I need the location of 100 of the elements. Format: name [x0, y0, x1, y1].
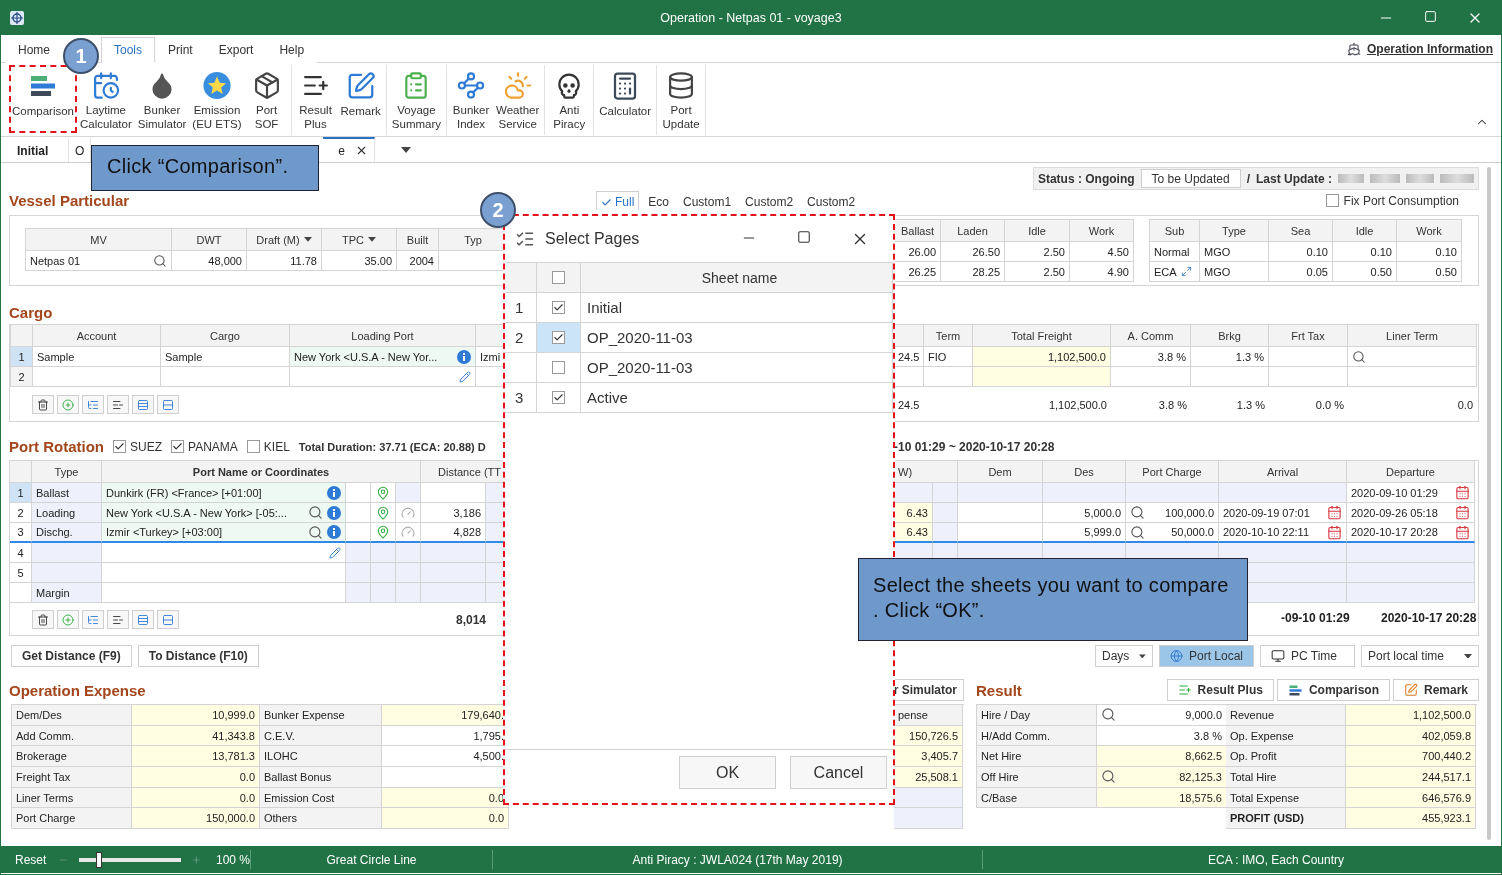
pencil-icon[interactable]: [329, 546, 341, 559]
calendar-icon[interactable]: [1455, 524, 1470, 540]
caret-icon[interactable]: [1464, 653, 1472, 659]
column-header: Distance (TT: [421, 461, 506, 483]
toolbar-button[interactable]: [32, 610, 54, 629]
ribbon-button[interactable]: Result Plus: [293, 65, 338, 133]
search-icon[interactable]: [1352, 349, 1366, 364]
ribbon-button[interactable]: Remark: [337, 65, 384, 133]
toolbar-button[interactable]: [32, 395, 54, 414]
ribbon-button[interactable]: Anti Piracy: [547, 65, 592, 133]
distance-button[interactable]: Get Distance (F9): [11, 645, 132, 667]
column-header: A. Comm: [1111, 325, 1191, 347]
checkbox[interactable]: [552, 331, 565, 344]
ribbon-button[interactable]: Port SOF: [244, 65, 289, 133]
scrollbar[interactable]: [1487, 167, 1491, 840]
ribbon-button[interactable]: Port Update: [659, 65, 704, 133]
sheet-name[interactable]: Initial: [581, 293, 893, 323]
cell-value: 82,125.3: [1179, 770, 1222, 783]
distance-button[interactable]: To Distance (F10): [137, 645, 259, 667]
result-button[interactable]: Comparison: [1276, 679, 1390, 701]
operation-information-link[interactable]: Operation Information: [1367, 42, 1493, 56]
checkbox[interactable]: [552, 361, 565, 374]
search-icon[interactable]: [1101, 707, 1116, 723]
close-icon[interactable]: [355, 144, 368, 157]
checkbox[interactable]: [113, 440, 126, 453]
checkbox[interactable]: [552, 271, 565, 284]
info-icon[interactable]: [457, 349, 471, 364]
time-zone-select[interactable]: Port local time: [1361, 645, 1479, 667]
reset-button[interactable]: Reset: [15, 852, 47, 867]
calendar-icon[interactable]: [1455, 505, 1470, 520]
result-button[interactable]: Result Plus: [1166, 679, 1274, 701]
checkbox[interactable]: [552, 301, 565, 314]
view-tab[interactable]: Full: [596, 191, 640, 210]
time-mode-button[interactable]: Port Local: [1159, 645, 1254, 667]
table-cell: 2004: [397, 251, 439, 271]
pencil-icon[interactable]: [459, 370, 471, 383]
simulator-button[interactable]: r Simulator: [893, 679, 964, 701]
info-icon[interactable]: [327, 505, 341, 520]
row-select-cell[interactable]: [537, 323, 581, 353]
sheet-tab[interactable]: e: [323, 137, 375, 162]
checkbox[interactable]: [246, 440, 260, 453]
table-cell: [346, 563, 371, 583]
info-icon[interactable]: [327, 525, 341, 539]
caret-icon[interactable]: [368, 237, 376, 242]
expand-icon[interactable]: [1180, 266, 1192, 277]
caret-icon[interactable]: [401, 146, 411, 153]
ribbon-button[interactable]: Weather Service: [493, 65, 543, 133]
ribbon-button[interactable]: Bunker Index: [449, 65, 494, 133]
slider-thumb[interactable]: [96, 851, 103, 868]
duration-text: Total Duration: 37.71 (ECA: 20.88) D: [298, 440, 486, 453]
update-button[interactable]: To be Updated: [1140, 169, 1241, 188]
row-select-cell[interactable]: [537, 383, 581, 413]
search-icon[interactable]: [308, 505, 323, 520]
zoom-reading: 100 %: [215, 852, 250, 867]
column-header: Account: [33, 325, 161, 347]
ribbon-button[interactable]: Emission (EU ETS): [189, 65, 245, 133]
dialog-button[interactable]: Cancel: [790, 756, 887, 789]
caret-icon[interactable]: [1139, 653, 1146, 659]
result-button[interactable]: Remark: [1392, 679, 1479, 701]
info-icon[interactable]: [327, 485, 341, 500]
maximize-icon[interactable]: [797, 230, 811, 244]
sheet-name[interactable]: OP_2020-11-03: [581, 323, 893, 353]
toolbar-button[interactable]: [107, 395, 129, 414]
column-header: Dem: [958, 461, 1043, 483]
map-pin-icon[interactable]: [376, 505, 390, 520]
toolbar-button[interactable]: [107, 610, 129, 629]
cell-value: 13,781.3: [212, 750, 255, 763]
menu-tab[interactable]: Tools: [101, 37, 156, 63]
row-select-cell[interactable]: [537, 353, 581, 383]
calendar-icon[interactable]: [1327, 524, 1342, 540]
ribbon-button[interactable]: Voyage Summary: [388, 65, 445, 133]
sheet-name[interactable]: Active: [581, 383, 893, 413]
column-header: Term: [924, 325, 973, 347]
search-icon[interactable]: [153, 253, 167, 268]
dialog-button[interactable]: OK: [679, 756, 776, 789]
calendar-icon[interactable]: [1327, 505, 1342, 520]
table-cell: 5: [10, 563, 32, 583]
search-icon[interactable]: [308, 524, 323, 540]
unit-select[interactable]: Days: [1095, 645, 1153, 667]
row-select-cell[interactable]: [537, 293, 581, 323]
table-cell: 24.5: [894, 347, 924, 367]
caret-icon[interactable]: [303, 237, 312, 242]
search-icon[interactable]: [1130, 505, 1145, 520]
search-icon[interactable]: [1101, 769, 1116, 785]
checkbox[interactable]: [1325, 194, 1339, 207]
map-pin-icon[interactable]: [376, 525, 390, 539]
checkbox[interactable]: [552, 391, 565, 404]
status-text: Anti Piracy : JWLA024 (17th May 2019): [632, 852, 843, 867]
tree-icon: [87, 613, 99, 626]
time-mode-button[interactable]: PC Time: [1260, 645, 1355, 667]
header-text: Draft (M): [256, 233, 300, 246]
table-cell: 1: [10, 483, 32, 503]
search-icon[interactable]: [1130, 524, 1145, 540]
sheet-name[interactable]: OP_2020-11-03: [581, 353, 893, 383]
checkbox-label: PANAMA: [188, 439, 238, 454]
calendar-icon[interactable]: [1455, 485, 1470, 500]
checkbox[interactable]: [171, 440, 184, 453]
ribbon-button[interactable]: Calculator: [596, 65, 655, 133]
ribbon-button[interactable]: Bunker Simulator: [134, 65, 190, 133]
map-pin-icon[interactable]: [376, 485, 390, 500]
